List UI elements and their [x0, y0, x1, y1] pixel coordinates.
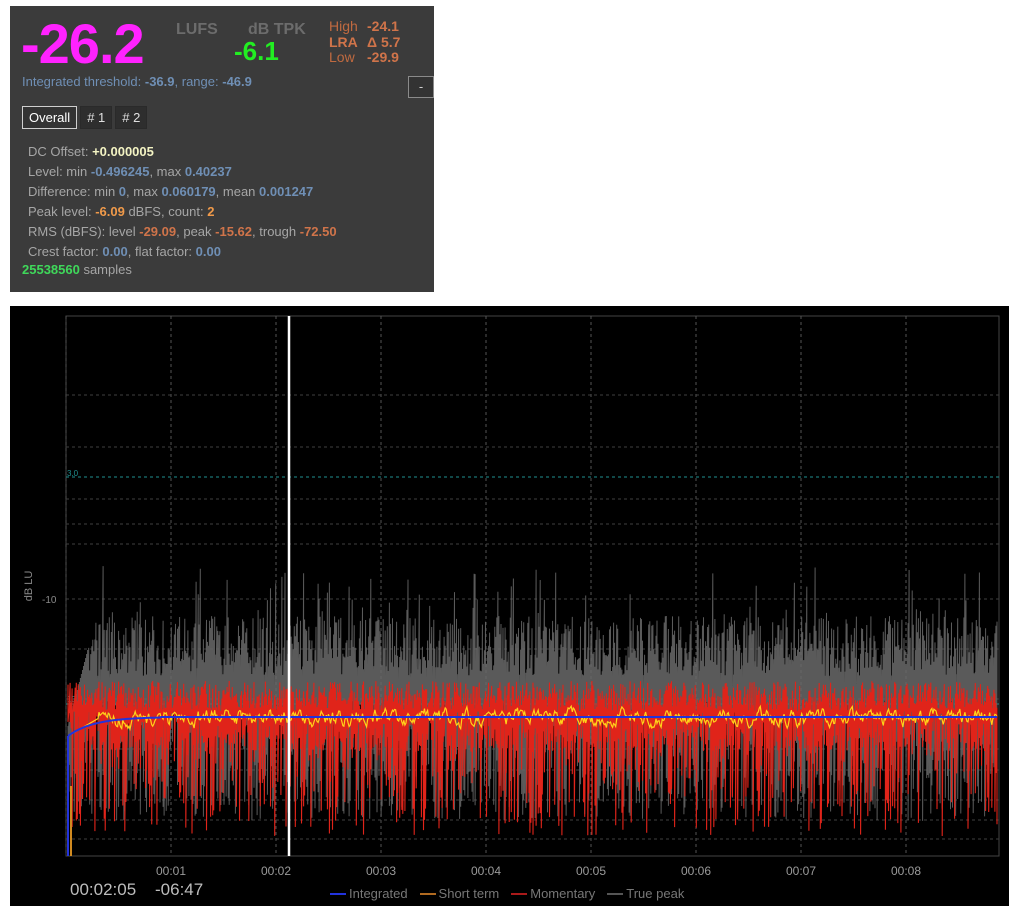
legend-swatch [419, 892, 436, 895]
difference-max-label: , max [126, 184, 162, 199]
threshold-value: -36.9 [144, 74, 175, 89]
tab-overall[interactable]: Overall [22, 106, 78, 129]
rms-peak-value: -15.62 [215, 224, 253, 239]
level-max-label: , max [149, 164, 185, 179]
difference-row: Difference: min 0, max 0.060179, mean 0.… [28, 182, 337, 202]
range-value: -46.9 [222, 74, 252, 89]
level-min-value: -0.496245 [90, 164, 150, 179]
samples-value: 25538560 [22, 262, 80, 277]
integrated-loudness-value: -26.2 [21, 12, 145, 75]
x-tick-label: 00:08 [891, 864, 921, 878]
collapse-button[interactable]: - [408, 76, 434, 98]
legend: Integrated Short term Momentary True pea… [330, 886, 684, 901]
loudness-stats-panel: -26.2 LUFS dB TPK -6.1 High -24.1 LRA Δ … [10, 6, 434, 292]
flat-factor-label: , flat factor: [127, 244, 196, 259]
difference-max-value: 0.060179 [161, 184, 216, 199]
dc-offset-value: +0.000005 [92, 144, 154, 159]
rms-trough-value: -72.50 [299, 224, 337, 239]
integrated-threshold: Integrated threshold: -36.9, range: -46.… [22, 74, 252, 89]
crest-row: Crest factor: 0.00, flat factor: 0.00 [28, 242, 337, 262]
legend-true-peak[interactable]: True peak [607, 886, 684, 901]
legend-swatch [330, 892, 346, 895]
crest-label: Crest factor: [28, 244, 103, 259]
peak-count-label: dBFS, count: [124, 204, 208, 219]
samples-label: samples [79, 262, 132, 277]
level-row: Level: min -0.496245, max 0.40237 [28, 162, 337, 182]
x-tick-label: 00:01 [156, 864, 186, 878]
legend-label: True peak [626, 886, 685, 901]
samples-row: 25538560 samples [22, 260, 132, 280]
rms-trough-label: , trough [252, 224, 300, 239]
legend-short-term[interactable]: Short term [419, 886, 500, 901]
flat-factor-value: 0.00 [195, 244, 221, 259]
lra-low-label: Low [329, 49, 355, 65]
x-tick-label: 00:03 [366, 864, 396, 878]
legend-label: Short term [438, 886, 500, 901]
dc-offset-label: DC Offset: [28, 144, 93, 159]
peak-count-value: 2 [207, 204, 215, 219]
loudness-graph-canvas[interactable]: dB LU 3.0-1013.0 00:01 00:02 00:03 00:04 00:… [10, 306, 1009, 906]
tab-channel-1[interactable]: # 1 [80, 106, 113, 129]
peak-level-label: Peak level: [28, 204, 96, 219]
legend-swatch [607, 892, 624, 895]
peak-level-value: -6.09 [95, 204, 125, 219]
legend-label: Momentary [530, 886, 596, 901]
difference-label: Difference: min [28, 184, 119, 199]
time-remaining: -06:47 [155, 880, 204, 899]
lra-high-value: -24.1 [367, 18, 399, 34]
x-tick-label: 00:07 [786, 864, 816, 878]
crest-value: 0.00 [102, 244, 128, 259]
x-tick-label: 00:05 [576, 864, 606, 878]
rms-peak-label: , peak [176, 224, 216, 239]
tab-channel-2[interactable]: # 2 [115, 106, 148, 129]
x-tick-label: 00:02 [261, 864, 291, 878]
level-max-value: 0.40237 [184, 164, 232, 179]
rms-label: RMS (dBFS): level [28, 224, 140, 239]
legend-label: Integrated [349, 886, 408, 901]
time-elapsed: 00:02:05 [70, 880, 137, 899]
lra-value: Δ 5.7 [367, 34, 401, 50]
channel-tabs: Overall # 1 # 2 [22, 106, 148, 129]
loudness-graph[interactable]: dB LU 3.0 -10 13.0 00:01 00:02 00:03 00:04 00:… [10, 306, 1009, 906]
threshold-label: Integrated threshold: [22, 74, 142, 89]
rms-row: RMS (dBFS): level -29.09, peak -15.62, t… [28, 222, 337, 242]
x-tick-labels: 00:01 00:02 00:03 00:04 00:05 00:06 00:07 00:08 [156, 864, 921, 878]
legend-momentary[interactable]: Momentary [511, 886, 595, 901]
y-axis-label: dB LU [23, 571, 35, 602]
rms-level-value: -29.09 [139, 224, 177, 239]
legend-integrated[interactable]: Integrated [330, 886, 408, 901]
range-label: , range: [174, 74, 219, 89]
x-tick-label: 00:04 [471, 864, 501, 878]
difference-mean-value: 0.001247 [259, 184, 314, 199]
difference-mean-label: , mean [215, 184, 260, 199]
legend-swatch [511, 892, 528, 895]
lra-label: LRA [329, 34, 358, 50]
dc-offset-row: DC Offset: +0.000005 [28, 142, 337, 162]
lra-high-label: High [329, 18, 358, 34]
true-peak-value: -6.1 [234, 36, 279, 66]
y-tick-labels: 3.0-1013.0 [42, 469, 83, 704]
level-label: Level: min [28, 164, 91, 179]
stats-details: DC Offset: +0.000005 Level: min -0.49624… [28, 142, 337, 262]
x-tick-label: 00:06 [681, 864, 711, 878]
y-tick-label: 3.0 [67, 469, 79, 478]
lra-low-value: -29.9 [367, 49, 399, 65]
y-tick-label: -10 [42, 595, 57, 606]
loudness-series [67, 566, 998, 856]
lufs-unit-label: LUFS [176, 21, 218, 38]
peak-level-row: Peak level: -6.09 dBFS, count: 2 [28, 202, 337, 222]
difference-min-value: 0 [118, 184, 127, 199]
